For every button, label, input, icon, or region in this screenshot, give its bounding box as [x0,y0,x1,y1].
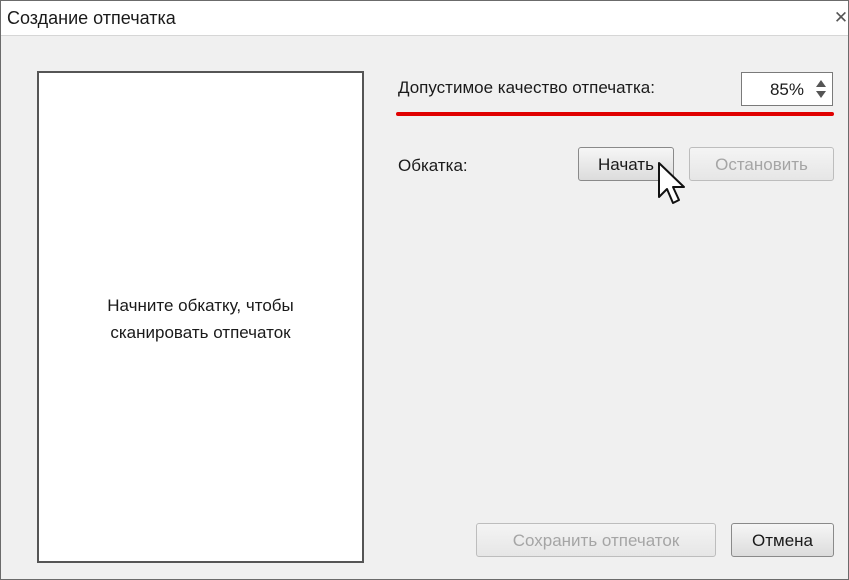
quality-spinbox[interactable]: 85% [741,72,833,106]
quality-label: Допустимое качество отпечатка: [398,78,655,97]
highlight-underline [396,112,834,116]
dialog-title: Создание отпечатка [7,8,176,28]
fingerprint-preview: Начните обкатку, чтобы сканировать отпеч… [37,71,364,563]
title-bar: Создание отпечатка ✕ [1,1,848,36]
save-fingerprint-button[interactable]: Сохранить отпечаток [476,523,716,557]
close-icon[interactable]: ✕ [832,8,849,28]
fingerprint-dialog: Создание отпечатка ✕ Начните обкатку, чт… [0,0,849,580]
rolling-label: Обкатка: [398,156,468,175]
preview-hint-line1: Начните обкатку, чтобы [107,296,294,315]
preview-hint: Начните обкатку, чтобы сканировать отпеч… [39,292,362,346]
cancel-button[interactable]: Отмена [731,523,834,557]
preview-hint-line2: сканировать отпечаток [110,323,291,342]
mouse-pointer-icon [658,162,685,204]
up-down-arrows-icon[interactable] [814,78,828,100]
stop-button[interactable]: Остановить [689,147,834,181]
quality-value[interactable]: 85% [770,80,804,100]
